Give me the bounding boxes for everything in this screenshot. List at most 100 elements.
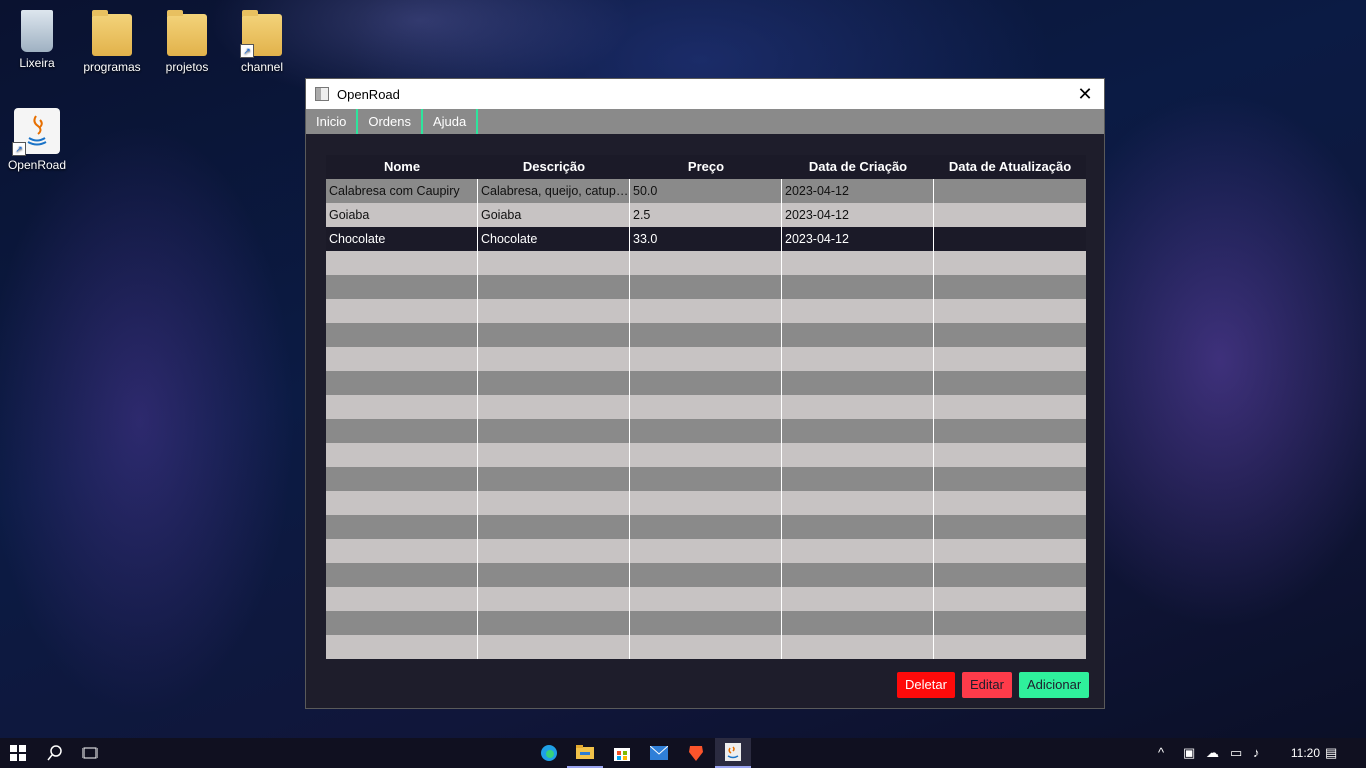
table-cell [630,539,782,563]
table-row[interactable] [326,611,1086,635]
desktop-icon-lixeira[interactable]: Lixeira [2,10,72,70]
table-cell [934,539,1086,563]
table-cell [782,371,934,395]
table-cell: Calabresa com Caupiry [326,179,478,203]
table-row[interactable] [326,275,1086,299]
table-row[interactable] [326,635,1086,659]
desktop-icon-openroad[interactable]: ↗ OpenRoad [2,108,72,172]
table-cell: 50.0 [630,179,782,203]
edge-icon[interactable] [531,738,567,768]
table-row[interactable]: Chocolate Chocolate 33.0 2023-04-12 [326,227,1086,251]
volume-icon[interactable]: ♪ [1253,738,1260,768]
file-explorer-icon[interactable] [567,738,603,768]
column-header-data-criacao[interactable]: Data de Criação [782,155,934,179]
table-cell [630,347,782,371]
table-row[interactable] [326,443,1086,467]
table-cell [934,203,1086,227]
desktop-icon-projetos[interactable]: projetos [152,10,222,74]
table-cell [630,419,782,443]
table-cell [478,635,630,659]
java-app-shortcut-icon: ↗ [12,108,60,156]
table-row[interactable] [326,515,1086,539]
table-row[interactable] [326,251,1086,275]
table-cell [630,467,782,491]
table-cell [326,563,478,587]
column-header-preco[interactable]: Preço [630,155,782,179]
table-row[interactable] [326,323,1086,347]
table-cell [630,251,782,275]
table-cell: Chocolate [478,227,630,251]
table-cell [478,611,630,635]
table-row[interactable] [326,419,1086,443]
table-cell: Calabresa, queijo, catupir... [478,179,630,203]
table-cell [326,539,478,563]
table-row[interactable] [326,587,1086,611]
table-cell [782,299,934,323]
products-table: Nome Descrição Preço Data de Criação Dat… [326,155,1086,659]
menu-item-inicio[interactable]: Inicio [306,109,359,134]
desktop-icon-channel[interactable]: ↗ channel [227,10,297,74]
table-row[interactable] [326,395,1086,419]
table-cell [934,611,1086,635]
table-cell [326,587,478,611]
table-row[interactable] [326,491,1086,515]
table-row[interactable]: Goiaba Goiaba 2.5 2023-04-12 [326,203,1086,227]
table-cell [934,227,1086,251]
desktop-icon-programas[interactable]: programas [77,10,147,74]
store-icon[interactable] [604,738,640,768]
table-cell [478,539,630,563]
table-header: Nome Descrição Preço Data de Criação Dat… [326,155,1086,179]
table-cell [326,299,478,323]
table-row[interactable] [326,371,1086,395]
table-cell [782,491,934,515]
table-cell [478,275,630,299]
table-cell [934,275,1086,299]
brave-icon[interactable] [678,738,714,768]
java-app-icon[interactable] [715,738,751,768]
chevron-up-icon[interactable]: ^ [1158,738,1164,768]
table-cell [782,251,934,275]
table-cell [478,491,630,515]
table-row[interactable] [326,539,1086,563]
close-icon[interactable]: ✕ [1072,82,1098,106]
table-cell [478,419,630,443]
table-cell [934,371,1086,395]
table-cell [478,395,630,419]
table-cell [630,491,782,515]
openroad-window: OpenRoad ✕ Inicio Ordens Ajuda Nome Desc… [305,78,1105,709]
table-row[interactable] [326,347,1086,371]
edit-button[interactable]: Editar [962,672,1012,698]
table-cell [478,371,630,395]
windows-start-icon[interactable] [0,738,36,768]
meet-icon[interactable]: ▣ [1183,738,1195,768]
table-cell [478,587,630,611]
table-cell [630,563,782,587]
add-button[interactable]: Adicionar [1019,672,1090,698]
task-view-icon[interactable] [72,738,108,768]
table-row[interactable] [326,467,1086,491]
table-cell [326,251,478,275]
table-row[interactable] [326,563,1086,587]
network-icon[interactable]: ▭ [1230,738,1242,768]
notification-icon[interactable]: ▤ [1325,738,1337,768]
column-header-descricao[interactable]: Descrição [478,155,630,179]
column-header-data-atualizacao[interactable]: Data de Atualização [934,155,1086,179]
column-header-nome[interactable]: Nome [326,155,478,179]
menu-item-ajuda[interactable]: Ajuda [423,109,479,134]
mail-icon[interactable] [641,738,677,768]
table-row[interactable] [326,299,1086,323]
delete-button[interactable]: Deletar [897,672,955,698]
table-cell [934,635,1086,659]
table-cell: 2023-04-12 [782,227,934,251]
cloud-icon[interactable]: ☁ [1206,738,1219,768]
table-cell [782,443,934,467]
table-cell [478,443,630,467]
clock[interactable]: 11:20 [1291,738,1320,768]
search-icon[interactable] [37,738,73,768]
title-bar[interactable]: OpenRoad ✕ [306,79,1104,109]
table-cell [934,179,1086,203]
menu-item-ordens[interactable]: Ordens [358,109,423,134]
table-cell: Chocolate [326,227,478,251]
table-cell [326,491,478,515]
table-row[interactable]: Calabresa com Caupiry Calabresa, queijo, … [326,179,1086,203]
